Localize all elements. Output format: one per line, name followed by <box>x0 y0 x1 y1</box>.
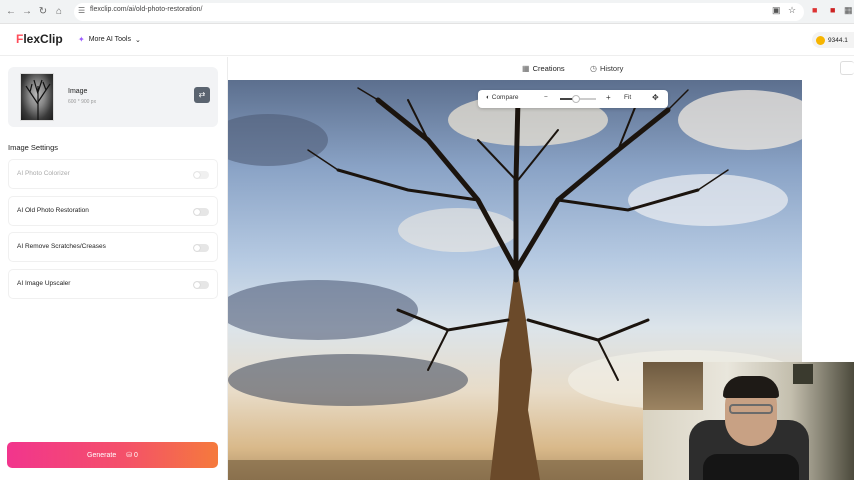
toggle-switch <box>193 171 209 179</box>
compare-icon: ◐ <box>486 94 490 101</box>
address-bar[interactable]: ☰ flexclip.com/ai/old-photo-restoration/ <box>74 3 804 21</box>
url-text: flexclip.com/ai/old-photo-restoration/ <box>90 6 203 13</box>
person-hair <box>723 376 779 398</box>
credits-badge[interactable]: 9344.1 <box>812 32 854 48</box>
image-thumbnail[interactable] <box>20 73 54 121</box>
setting-label: AI Remove Scratches/Creases <box>17 243 106 250</box>
tab-creations[interactable]: ▦ Creations <box>522 64 565 73</box>
extension-icon[interactable]: ■ <box>812 5 817 15</box>
gallery-icon: ▦ <box>522 64 530 73</box>
coin-icon <box>816 35 825 45</box>
person-shirt <box>703 454 799 480</box>
sparkle-icon: ✦ <box>78 35 85 44</box>
compare-button[interactable]: ◐ Compare <box>486 94 518 101</box>
zoom-slider-handle[interactable] <box>572 95 580 103</box>
back-icon[interactable]: ← <box>4 5 18 19</box>
zoom-in-button[interactable]: + <box>606 93 611 102</box>
webcam-overlay <box>643 362 854 480</box>
coin-stack-icon: ⛁ <box>126 452 133 459</box>
extensions-puzzle-icon[interactable]: ▦ <box>844 5 853 16</box>
fit-button[interactable]: Fit <box>624 94 631 101</box>
move-icon[interactable]: ✥ <box>652 93 659 102</box>
setting-label: AI Image Upscaler <box>17 280 71 287</box>
cost-indicator: ⛁ 0 <box>126 451 138 459</box>
browser-toolbar: ← → ↻ ⌂ ☰ flexclip.com/ai/old-photo-rest… <box>0 0 854 24</box>
setting-ai-image-upscaler[interactable]: AI Image Upscaler <box>8 269 218 299</box>
reload-icon[interactable]: ↻ <box>36 5 50 19</box>
toggle-switch[interactable] <box>193 281 209 289</box>
background-object <box>793 364 813 384</box>
setting-label: AI Old Photo Restoration <box>17 207 89 214</box>
image-card: Image 600 * 900 px ⇄ <box>8 67 218 127</box>
image-size: 600 * 900 px <box>68 99 97 105</box>
flexclip-logo[interactable]: FlexClip <box>16 32 63 46</box>
image-settings-title: Image Settings <box>8 143 59 152</box>
forward-icon[interactable]: → <box>20 5 34 19</box>
person-glasses <box>729 404 773 414</box>
home-icon[interactable]: ⌂ <box>52 5 66 19</box>
background-shelf <box>643 362 703 410</box>
clock-icon: ◷ <box>590 64 597 73</box>
toggle-switch[interactable] <box>193 208 209 216</box>
install-app-icon[interactable]: ▣ <box>772 5 781 16</box>
more-ai-tools-menu[interactable]: ✦ More AI Tools ⌄ <box>78 35 141 44</box>
settings-panel: Image 600 * 900 px ⇄ Image Settings AI P… <box>0 57 228 480</box>
replace-image-button[interactable]: ⇄ <box>194 87 210 103</box>
cost-value: 0 <box>134 452 138 459</box>
app-header: FlexClip ✦ More AI Tools ⌄ 9344.1 <box>0 24 854 56</box>
bookmark-star-icon[interactable]: ☆ <box>788 5 796 16</box>
setting-ai-photo-colorizer: AI Photo Colorizer <box>8 159 218 189</box>
tab-creations-label: Creations <box>532 64 565 73</box>
setting-label: AI Photo Colorizer <box>17 170 70 177</box>
zoom-toolbar: ◐ Compare − + Fit ✥ <box>478 90 668 108</box>
setting-ai-remove-scratches[interactable]: AI Remove Scratches/Creases <box>8 232 218 262</box>
more-ai-tools-label: More AI Tools <box>88 36 131 43</box>
zoom-out-button[interactable]: − <box>544 94 548 101</box>
setting-ai-old-photo-restoration[interactable]: AI Old Photo Restoration <box>8 196 218 226</box>
site-info-icon[interactable]: ☰ <box>78 6 85 15</box>
image-title: Image <box>68 88 88 95</box>
generate-button[interactable]: Generate ⛁ 0 <box>7 442 218 468</box>
swap-icon: ⇄ <box>198 90 206 99</box>
tab-history[interactable]: ◷ History <box>590 64 623 73</box>
credits-value: 9344.1 <box>828 36 848 44</box>
side-panel-button[interactable] <box>840 61 854 75</box>
chevron-down-icon: ⌄ <box>134 36 141 44</box>
tab-history-label: History <box>599 64 624 73</box>
extension-2-icon[interactable]: ■ <box>830 5 835 15</box>
toggle-switch[interactable] <box>193 244 209 252</box>
generate-label: Generate <box>87 451 117 459</box>
